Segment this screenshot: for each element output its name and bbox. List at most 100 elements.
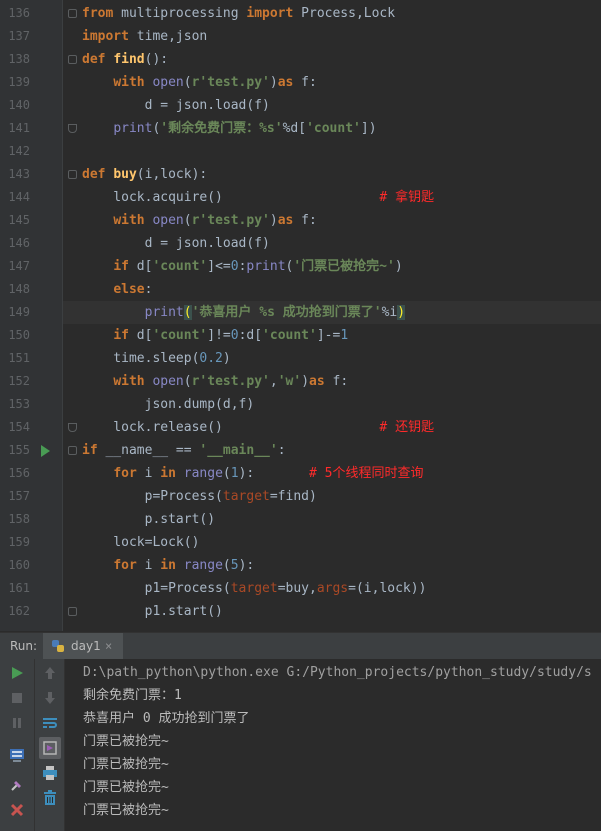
scroll-to-end-icon <box>43 741 57 755</box>
code-token: : <box>277 443 286 458</box>
code-token: ) <box>301 374 310 389</box>
code-token: p1.start() <box>82 604 223 619</box>
code-line: if __name__ == '__main__': <box>82 439 286 462</box>
line-number: 136 <box>8 6 30 20</box>
code-token: ]<= <box>207 259 231 274</box>
line-number: 141 <box>8 121 30 135</box>
code-line: p1.start() <box>82 600 223 623</box>
code-token: ]) <box>360 121 377 136</box>
python-icon <box>52 640 64 652</box>
line-number: 159 <box>8 535 30 549</box>
soft-wrap-button[interactable] <box>39 712 61 734</box>
fold-marker-icon[interactable] <box>68 9 77 18</box>
line-number: 158 <box>8 512 30 526</box>
code-token: for <box>113 466 137 481</box>
code-token: lock.acquire() <box>82 190 380 205</box>
code-token: multiprocessing <box>113 6 247 21</box>
pin-button[interactable] <box>6 774 28 796</box>
code-token: buy <box>113 167 137 182</box>
code-token: i <box>136 558 161 573</box>
code-token: def <box>82 52 106 67</box>
code-token: find <box>113 52 145 67</box>
line-number: 138 <box>8 52 30 66</box>
code-token: 'count' <box>152 328 208 343</box>
rerun-button[interactable] <box>6 662 28 684</box>
code-token: lock.release() <box>82 420 380 435</box>
close-run-button[interactable] <box>6 799 28 821</box>
code-token: import <box>82 29 129 44</box>
code-token: ) <box>269 75 278 90</box>
code-token: i <box>136 466 161 481</box>
line-number: 154 <box>8 420 30 434</box>
code-token: if <box>113 328 129 343</box>
scroll-down-button[interactable] <box>39 687 61 709</box>
code-token: 'count' <box>262 328 317 343</box>
fold-marker-icon[interactable] <box>68 446 77 455</box>
run-tab-day1[interactable]: day1 × <box>43 633 123 659</box>
code-token: =buy, <box>277 581 317 596</box>
line-number: 145 <box>8 213 30 227</box>
console-output-line: 恭喜用户 0 成功抢到门票了 <box>83 711 250 726</box>
line-number: 137 <box>8 29 30 43</box>
code-token: d[ <box>128 328 153 343</box>
fold-marker-icon[interactable] <box>68 607 77 616</box>
code-token: args <box>316 581 349 596</box>
code-token: ( <box>183 374 192 389</box>
line-number: 149 <box>8 305 30 319</box>
code-token: 0 <box>230 328 239 343</box>
code-editor[interactable]: from multiprocessing import Process,Lock… <box>0 0 601 631</box>
code-token: range <box>183 466 223 481</box>
run-panel-body: D:\path_python\python.exe G:/Python_proj… <box>0 659 601 831</box>
code-token: as <box>277 75 294 90</box>
line-number: 153 <box>8 397 30 411</box>
code-line: lock.release() # 还钥匙 <box>82 416 434 439</box>
scroll-to-end-button[interactable] <box>39 737 61 759</box>
fold-marker-icon[interactable] <box>68 55 77 64</box>
code-token: 'w' <box>277 374 302 389</box>
code-line: else: <box>82 278 152 301</box>
stop-button[interactable] <box>6 687 28 709</box>
line-number: 160 <box>8 558 30 572</box>
code-line: p.start() <box>82 508 215 531</box>
fold-marker-icon[interactable] <box>68 124 77 133</box>
fold-marker-icon[interactable] <box>68 170 77 179</box>
code-token: f: <box>293 75 317 90</box>
clear-all-button[interactable] <box>39 787 61 809</box>
code-token: as <box>309 374 325 389</box>
line-number: 152 <box>8 374 30 388</box>
close-icon[interactable]: × <box>105 633 112 659</box>
code-token: '剩余免费门票：%s' <box>160 121 283 136</box>
code-token: d[ <box>128 259 153 274</box>
run-panel-header: Run: day1 × <box>0 632 601 660</box>
code-line: print('恭喜用户 %s 成功抢到门票了'%i) <box>82 301 406 324</box>
code-token: ]!= <box>207 328 231 343</box>
fold-marker-icon[interactable] <box>68 423 77 432</box>
scroll-up-button[interactable] <box>39 662 61 684</box>
line-number: 146 <box>8 236 30 250</box>
soft-wrap-icon <box>43 718 57 728</box>
console-output[interactable]: D:\path_python\python.exe G:/Python_proj… <box>64 659 601 831</box>
code-token: __name__ == <box>97 443 200 458</box>
code-token: 5 <box>230 558 239 573</box>
code-token: r'test.py' <box>191 374 270 389</box>
code-line: p1=Process(target=buy,args=(i,lock)) <box>82 577 427 600</box>
line-number: 155 <box>8 443 30 457</box>
code-token: 0 <box>230 259 239 274</box>
code-token: if <box>113 259 129 274</box>
dump-threads-button[interactable] <box>6 744 28 766</box>
line-number: 144 <box>8 190 30 204</box>
code-line: lock.acquire() # 拿钥匙 <box>82 186 434 209</box>
print-button[interactable] <box>39 762 61 784</box>
pause-button[interactable] <box>6 712 28 734</box>
code-line: from multiprocessing import Process,Lock <box>82 2 395 25</box>
code-token: import <box>246 6 294 21</box>
code-token: ) <box>222 351 231 366</box>
code-token: in <box>160 466 176 481</box>
run-gutter-icon[interactable] <box>41 445 50 457</box>
line-number: 140 <box>8 98 30 112</box>
code-token: range <box>183 558 223 573</box>
